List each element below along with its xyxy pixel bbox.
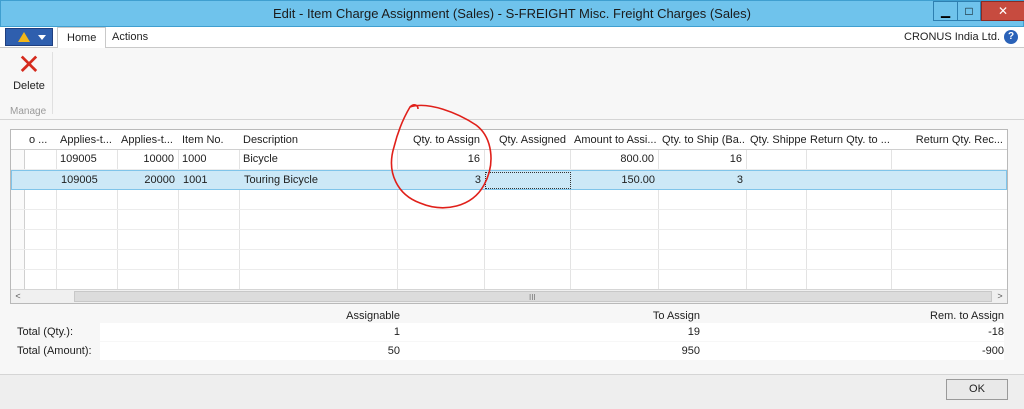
table-cell[interactable]: 800.00 bbox=[570, 150, 658, 169]
total-amount-label: Total (Amount): bbox=[17, 345, 92, 357]
table-cell[interactable]: 150.00 bbox=[571, 171, 659, 190]
close-button[interactable]: ✕ bbox=[981, 1, 1024, 21]
table-cell[interactable]: 3 bbox=[659, 171, 747, 190]
delete-label: Delete bbox=[13, 80, 45, 92]
application-menu-button[interactable] bbox=[5, 28, 53, 46]
company-name: CRONUS India Ltd. bbox=[904, 31, 1000, 43]
table-row[interactable] bbox=[11, 250, 1007, 270]
scroll-left-button[interactable]: < bbox=[11, 290, 25, 303]
scroll-right-button[interactable]: > bbox=[993, 290, 1007, 303]
column-header[interactable]: o ... bbox=[25, 130, 56, 150]
table-cell[interactable] bbox=[746, 150, 806, 169]
total-amount-to-assign: 950 bbox=[681, 345, 700, 357]
total-qty-to-assign: 19 bbox=[687, 326, 700, 338]
column-header[interactable]: Applies-t... bbox=[117, 130, 178, 150]
rem-to-assign-header: Rem. to Assign bbox=[930, 310, 1004, 322]
table-cell[interactable]: Bicycle bbox=[239, 150, 397, 169]
dialog-footer: OK bbox=[0, 374, 1024, 409]
group-divider bbox=[52, 52, 53, 114]
table-row[interactable]: 109005 10000 1000 Bicycle 16 800.00 16 bbox=[11, 150, 1007, 170]
total-amount-rem-to-assign: -900 bbox=[981, 345, 1004, 357]
total-qty-field bbox=[100, 323, 1004, 341]
scroll-thumb[interactable]: III bbox=[74, 291, 992, 302]
total-qty-assignable: 1 bbox=[393, 326, 400, 338]
scroll-grip-icon: III bbox=[529, 293, 536, 302]
table-row[interactable] bbox=[11, 190, 1007, 210]
column-header[interactable]: Return Qty. to ... bbox=[806, 130, 891, 150]
ribbon: ✕ Delete Manage bbox=[0, 48, 1024, 120]
grid-header: o ... Applies-t... Applies-t... Item No. Des… bbox=[11, 130, 1007, 150]
table-row[interactable]: 109005 20000 1001 Touring Bicycle 3 150.00 3 bbox=[11, 170, 1007, 190]
table-row[interactable] bbox=[11, 210, 1007, 230]
delete-icon: ✕ bbox=[17, 49, 41, 80]
column-header[interactable]: Item No. bbox=[178, 130, 239, 150]
column-header[interactable]: Return Qty. Rec... bbox=[891, 130, 1007, 150]
table-cell[interactable]: 109005 bbox=[57, 171, 118, 190]
to-assign-header: To Assign bbox=[652, 310, 700, 322]
group-label-manage: Manage bbox=[10, 106, 47, 117]
delete-button[interactable]: ✕ Delete bbox=[8, 50, 50, 96]
table-cell[interactable]: 109005 bbox=[56, 150, 117, 169]
chevron-down-icon bbox=[38, 35, 46, 40]
table-cell[interactable] bbox=[747, 171, 807, 190]
tab-home[interactable]: Home bbox=[57, 27, 107, 49]
ok-button[interactable]: OK bbox=[946, 379, 1008, 400]
table-cell[interactable] bbox=[807, 171, 892, 190]
table-cell[interactable]: 1000 bbox=[178, 150, 239, 169]
minimize-button[interactable]: ▁ bbox=[933, 1, 957, 21]
annotation-stroke bbox=[390, 104, 492, 209]
column-header[interactable]: Qty. to Ship (Ba... bbox=[658, 130, 746, 150]
assignment-grid[interactable]: o ... Applies-t... Applies-t... Item No. Des… bbox=[10, 129, 1008, 304]
table-cell[interactable]: 16 bbox=[658, 150, 746, 169]
table-cell[interactable]: 1001 bbox=[179, 171, 240, 190]
total-amount-assignable: 50 bbox=[387, 345, 400, 357]
horizontal-scrollbar[interactable]: < III > bbox=[11, 289, 1007, 303]
table-row[interactable] bbox=[11, 270, 1007, 290]
assignable-header: Assignable bbox=[346, 310, 400, 322]
total-qty-label: Total (Qty.): bbox=[17, 326, 74, 338]
maximize-button[interactable]: □ bbox=[957, 1, 981, 21]
annotation-circle bbox=[390, 104, 492, 209]
content-area: o ... Applies-t... Applies-t... Item No. Des… bbox=[0, 120, 1024, 374]
column-header[interactable]: Amount to Assi... bbox=[570, 130, 658, 150]
table-cell[interactable]: 20000 bbox=[118, 171, 179, 190]
table-cell[interactable]: 10000 bbox=[117, 150, 178, 169]
table-cell[interactable] bbox=[806, 150, 891, 169]
table-row[interactable] bbox=[11, 230, 1007, 250]
title-bar: Edit - Item Charge Assignment (Sales) - … bbox=[0, 0, 1024, 27]
column-header[interactable]: Qty. Shipped (B... bbox=[746, 130, 806, 150]
table-cell[interactable]: Touring Bicycle bbox=[240, 171, 398, 190]
window-title: Edit - Item Charge Assignment (Sales) - … bbox=[272, 6, 751, 21]
table-cell[interactable] bbox=[25, 150, 56, 169]
table-cell[interactable] bbox=[26, 171, 57, 190]
help-icon[interactable]: ? bbox=[1004, 30, 1018, 44]
totals-panel: Assignable To Assign Rem. to Assign Tota… bbox=[0, 308, 1024, 368]
column-header[interactable]: Applies-t... bbox=[56, 130, 117, 150]
column-header[interactable]: Description bbox=[239, 130, 397, 150]
tab-actions[interactable]: Actions bbox=[103, 27, 157, 49]
table-cell[interactable] bbox=[891, 150, 1007, 169]
app-logo-icon bbox=[18, 32, 30, 42]
ribbon-tab-strip: Home Actions CRONUS India Ltd. ? bbox=[0, 27, 1024, 49]
table-cell[interactable] bbox=[892, 171, 1007, 190]
total-qty-rem-to-assign: -18 bbox=[988, 326, 1004, 338]
total-amount-field bbox=[100, 342, 1004, 360]
